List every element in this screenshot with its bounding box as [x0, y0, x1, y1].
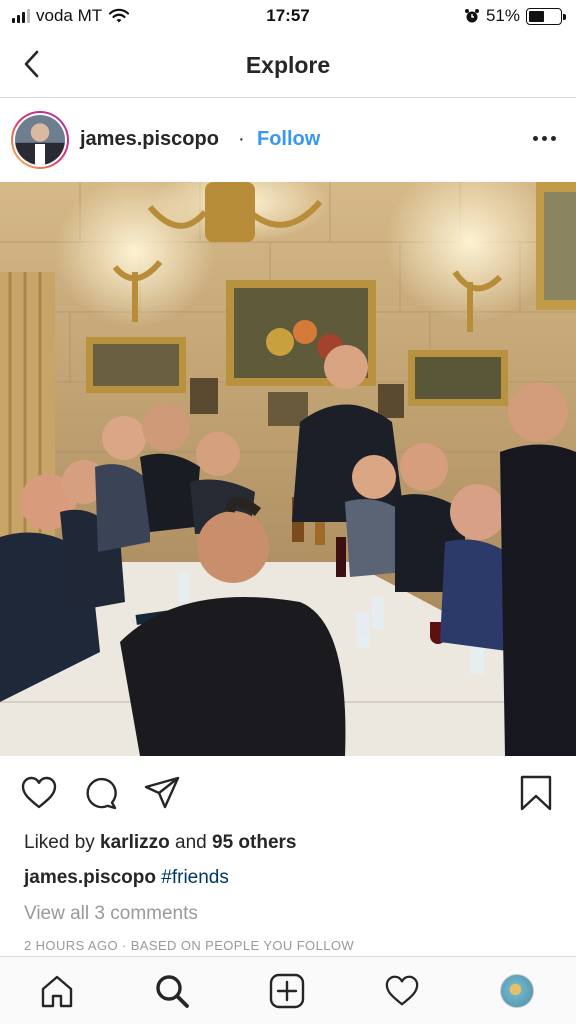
battery-fill — [529, 10, 545, 22]
profile-avatar — [500, 974, 534, 1008]
like-button[interactable] — [20, 774, 58, 817]
post-actions — [0, 770, 576, 818]
post-caption: james.piscopo #friends — [24, 867, 229, 889]
tab-home[interactable] — [37, 971, 77, 1011]
group-dinner-photo — [0, 182, 576, 756]
comment-icon — [86, 777, 117, 810]
bookmark-icon — [520, 775, 552, 811]
tab-activity[interactable] — [382, 971, 422, 1011]
share-button[interactable] — [143, 774, 181, 817]
likes-summary[interactable]: Liked by karlizzo and 95 others — [24, 832, 297, 854]
status-bar: voda MT 17:57 51% — [0, 0, 576, 34]
alarm-clock-icon — [464, 9, 479, 23]
status-right: 51% — [464, 6, 566, 26]
search-icon — [156, 975, 189, 1008]
post-username[interactable]: james.piscopo — [80, 128, 219, 151]
post-photo[interactable] — [0, 182, 576, 756]
follow-button[interactable]: Follow — [257, 128, 320, 151]
likes-others[interactable]: 95 others — [212, 832, 296, 853]
bottom-tab-bar — [0, 956, 576, 1024]
tab-search[interactable] — [152, 971, 192, 1011]
tab-profile[interactable] — [497, 971, 537, 1011]
avatar-image — [15, 115, 65, 165]
activity-heart-icon — [385, 975, 419, 1006]
caption-username[interactable]: james.piscopo — [24, 867, 156, 888]
battery-percent: 51% — [485, 6, 520, 25]
post-header: james.piscopo · Follow — [0, 98, 576, 182]
view-comments-link[interactable]: View all 3 comments — [24, 903, 198, 925]
separator-dot: · — [238, 128, 245, 150]
home-icon — [41, 975, 73, 1008]
likes-user[interactable]: karlizzo — [100, 832, 170, 853]
comment-button[interactable] — [82, 774, 120, 817]
battery-icon — [526, 7, 566, 25]
post-timestamp: 2 HOURS AGO · BASED ON PEOPLE YOU FOLLOW — [24, 938, 355, 953]
more-horizontal-icon — [533, 136, 556, 141]
tab-new-post[interactable] — [267, 971, 307, 1011]
avatar[interactable] — [11, 111, 69, 169]
add-post-icon — [269, 973, 305, 1009]
page-title: Explore — [245, 52, 331, 78]
heart-icon — [21, 776, 57, 809]
save-button[interactable] — [518, 774, 554, 817]
caption-hashtag[interactable]: #friends — [161, 867, 229, 888]
nav-bar: Explore — [0, 34, 576, 98]
more-options-button[interactable] — [533, 136, 556, 141]
paper-plane-icon — [144, 776, 180, 809]
